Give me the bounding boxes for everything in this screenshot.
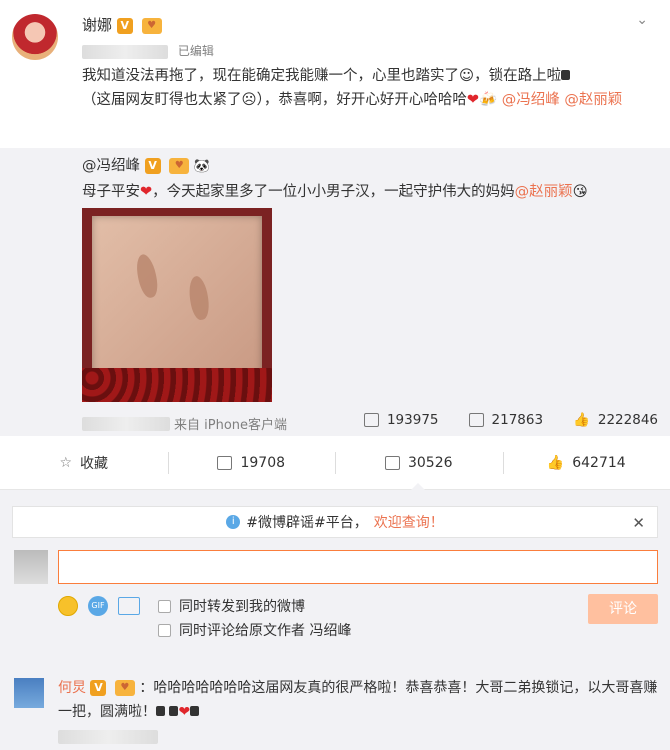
notice-link[interactable]: 欢迎查询！ [374,512,444,532]
like-button[interactable]: 👍 642714 [502,436,670,489]
footprint-left [133,252,161,300]
commenter-avatar[interactable] [14,678,44,708]
favorite-label: 收藏 [80,455,109,472]
heart-icon: ❤ [140,184,153,200]
post-meta: 已编辑 [82,42,214,59]
repost-checkbox-row[interactable]: 同时转发到我的微博 [158,596,305,616]
footprint-plate [92,216,262,376]
repost-forward-count[interactable]: 193975 [363,412,439,428]
emoji-icon[interactable] [58,596,78,616]
vip-level-icon: ♥ [114,680,135,696]
comment-item: 何炅 V ♥ ：哈哈哈哈哈哈哈这届网友真的很严格啦！恭喜恭喜！大哥二弟换锁记，以… [58,676,658,724]
author-name[interactable]: 谢娜 [82,16,112,34]
checkbox-label: 同时转发到我的微博 [179,599,305,615]
like-count: 642714 [572,454,626,471]
thumbs-up-icon: 👍 [573,412,590,428]
panda-icon: 🐼 [193,159,211,174]
forward-icon [217,455,233,470]
forward-button[interactable]: 19708 [167,436,336,489]
forward-icon [363,413,379,427]
post-text-line-1: 我知道没法再拖了，现在能确定我能赚一个，心里也踏实了☺，锁在路上啦 [82,68,562,84]
composer-tools: GIF [58,596,140,616]
repost-author[interactable]: @冯绍峰 [82,158,140,174]
weibo-post: 谢娜 V ♥ ⌄ 已编辑 我知道没法再拖了，现在能确定我能赚一个，心里也踏实了☺… [0,0,670,148]
forward-count: 19708 [240,454,286,471]
repost-stats: 193975 217863 👍 2222846 [363,412,658,428]
post-text-line-2: （这届网友盯得也太紧了☹），恭喜啊，好开心好开心哈哈哈 [82,92,467,108]
mention-link[interactable]: @冯绍峰 [502,92,560,108]
rose-background [82,368,272,402]
author-avatar[interactable] [12,14,58,60]
vip-level-icon: ♥ [141,17,162,34]
edited-label: 已编辑 [177,44,214,58]
mention-link[interactable]: @赵丽颖 [564,92,622,108]
forward-count: 193975 [386,412,439,428]
comment-input[interactable] [58,550,658,584]
repost-text-part: 母子平安 [82,184,140,200]
repost-meta: 来自 iPhone客户端 [82,414,287,433]
repost-author-row: @冯绍峰 V ♥ 🐼 [82,154,210,175]
cheers-icon: 🍻 [479,92,498,108]
repost-comment-count[interactable]: 217863 [468,412,544,428]
lock-icon [190,706,200,716]
favorite-button[interactable]: ☆ 收藏 [0,436,168,489]
mention-link[interactable]: @赵丽颖 [515,184,573,200]
comment-section: i #微博辟谣#平台， 欢迎查询！ ✕ GIF 同时转发到我的微博 同时评论给原文… [0,490,670,750]
checkbox[interactable] [158,599,171,613]
comment-meta-blurred [58,730,158,744]
vip-level-icon: ♥ [169,158,190,174]
rumor-notice: i #微博辟谣#平台， 欢迎查询！ ✕ [12,506,658,538]
post-text: 我知道没法再拖了，现在能确定我能赚一个，心里也踏实了☺，锁在路上啦 （这届网友盯… [82,64,662,112]
heart-icon: ❤ [178,704,191,720]
comment-icon [384,455,400,470]
lock-icon [156,706,165,716]
comment-button[interactable]: 30526 [335,436,503,490]
thumbs-up-icon: 👍 [546,454,565,471]
verified-badge-icon: V [144,158,161,174]
comment-count: 217863 [491,412,544,428]
lock-icon [169,706,179,716]
checkbox-label: 同时评论给原文作者 冯绍峰 [179,623,352,639]
info-icon: i [226,515,241,529]
like-count: 2222846 [597,412,658,428]
submit-comment-button[interactable]: 评论 [588,594,658,624]
image-icon[interactable] [118,597,140,615]
star-icon: ☆ [59,454,73,471]
gif-icon[interactable]: GIF [88,596,108,616]
verified-badge-icon: V [116,17,133,34]
chevron-down-icon[interactable]: ⌄ [636,12,648,28]
comment-count: 30526 [407,454,453,471]
comment-icon [468,413,484,427]
user-avatar [14,550,48,584]
action-bar: ☆ 收藏 19708 30526 👍 642714 [0,436,670,490]
repost-text-part: ，今天起家里多了一位小小男子汉，一起守护伟大的妈妈 [152,184,515,200]
repost-like-count[interactable]: 👍 2222846 [573,412,658,428]
heart-icon: ❤ [466,92,480,108]
commenter-name[interactable]: 何炅 [58,680,86,696]
repost-source[interactable]: 来自 iPhone客户端 [174,414,287,433]
comment-text: ：哈哈哈哈哈哈哈这届网友真的很严格啦！恭喜恭喜！大哥二弟换锁记，以大哥喜赚一把，… [58,680,658,720]
post-time-blurred [82,44,168,59]
kiss-emoji-icon: 😘 [572,184,588,200]
footprint-right [187,274,211,322]
comment-original-checkbox-row[interactable]: 同时评论给原文作者 冯绍峰 [158,620,351,640]
reposted-content: @冯绍峰 V ♥ 🐼 母子平安❤，今天起家里多了一位小小男子汉，一起守护伟大的妈… [0,148,670,436]
checkbox[interactable] [158,623,171,637]
author-name-row: 谢娜 V ♥ [82,14,162,35]
repost-time-blurred [82,416,170,431]
repost-text: 母子平安❤，今天起家里多了一位小小男子汉，一起守护伟大的妈妈@赵丽颖😘 [82,180,588,201]
notice-text: #微博辟谣#平台， [246,515,368,531]
lock-icon [561,70,571,80]
verified-badge-icon: V [90,680,107,696]
footprint-photo[interactable] [82,208,272,402]
close-icon[interactable]: ✕ [632,514,645,532]
